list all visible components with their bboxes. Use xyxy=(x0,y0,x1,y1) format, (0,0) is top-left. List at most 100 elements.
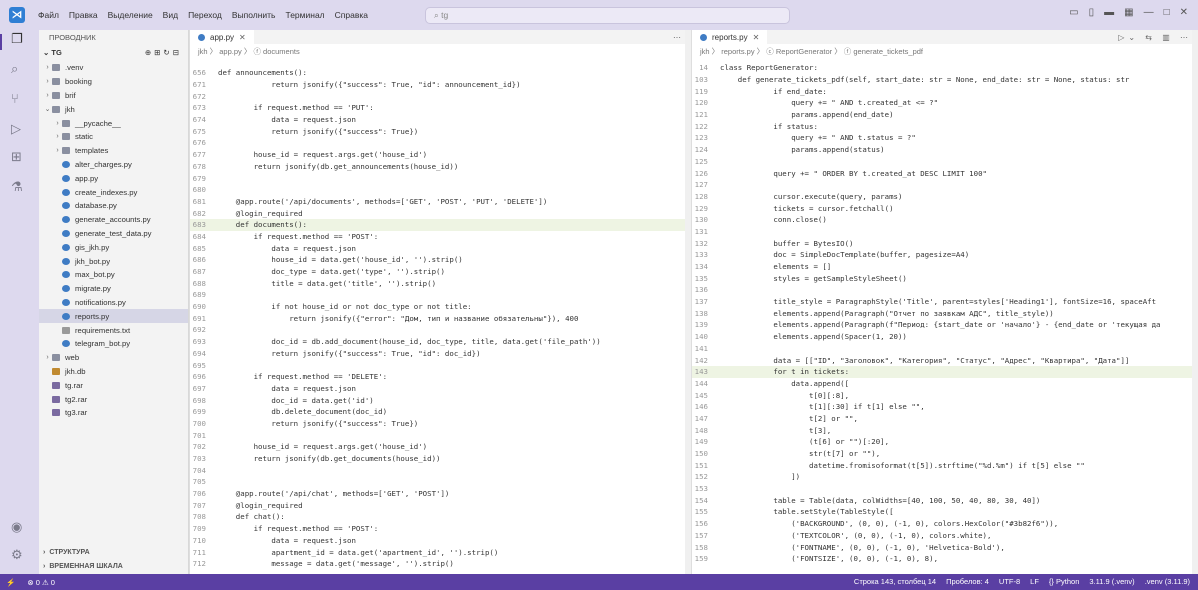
code-line[interactable]: 671 return jsonify({"success": True, "id… xyxy=(190,79,691,91)
code-line[interactable]: 125 xyxy=(692,156,1198,168)
code-line[interactable]: 119 if end_date: xyxy=(692,85,1198,97)
code-area[interactable]: 14 class ReportGenerator: 103 def generate… xyxy=(692,62,1198,565)
code-line[interactable]: 672 xyxy=(190,90,691,102)
code-line[interactable]: 709 if request.method == 'POST': xyxy=(190,523,691,535)
code-line[interactable]: 673 if request.method == 'PUT': xyxy=(190,102,691,114)
remote-icon[interactable]: ⚡ xyxy=(0,578,21,587)
code-line[interactable]: 103 def generate_tickets_pdf(self, start… xyxy=(692,74,1198,86)
code-line[interactable]: 684 if request.method == 'POST': xyxy=(190,231,691,243)
menu-item[interactable]: Файл xyxy=(33,10,64,20)
menu-item[interactable]: Выделение xyxy=(103,10,158,20)
tab-reports-py[interactable]: reports.py ✕ xyxy=(692,30,768,44)
tree-item[interactable]: app.py xyxy=(39,171,188,185)
code-line[interactable]: 159 ('FONTSIZE', (0, 0), (-1, 0), 8), xyxy=(692,553,1198,565)
status-item[interactable]: Строка 143, столбец 14 xyxy=(854,577,936,586)
code-line[interactable]: 157 ('TEXTCOLOR', (0, 0), (-1, 0), color… xyxy=(692,530,1198,542)
code-line[interactable]: 699 db.delete_document(doc_id) xyxy=(190,406,691,418)
code-line[interactable]: 124 params.append(status) xyxy=(692,144,1198,156)
code-line[interactable]: 689 xyxy=(190,289,691,301)
workspace-root[interactable]: ⌄ TG ⊕⊞↻⊟ xyxy=(39,44,188,58)
close-tab-icon[interactable]: ✕ xyxy=(239,33,246,42)
source-control-icon[interactable]: ⑂ xyxy=(11,92,19,107)
code-line[interactable]: 126 query += " ORDER BY t.created_at DES… xyxy=(692,167,1198,179)
code-line[interactable]: 711 apartment_id = data.get('apartment_i… xyxy=(190,546,691,558)
breadcrumb[interactable]: jkh 〉 reports.py 〉 ⓒ ReportGenerator 〉 ⓕ… xyxy=(692,44,1198,56)
code-line[interactable]: 137 title_style = ParagraphStyle('Title'… xyxy=(692,296,1198,308)
code-line[interactable]: 134 elements = [] xyxy=(692,261,1198,273)
tree-item[interactable]: › .venv xyxy=(39,61,188,75)
tree-item[interactable]: › __pycache__ xyxy=(39,116,188,130)
tab-app-py[interactable]: app.py ✕ xyxy=(190,30,254,44)
tree-item[interactable]: alter_charges.py xyxy=(39,158,188,172)
code-line[interactable]: 14 class ReportGenerator: xyxy=(692,62,1198,74)
search-input[interactable]: ⌕ tg xyxy=(425,7,790,24)
tree-item[interactable]: › templates xyxy=(39,144,188,158)
tree-item[interactable]: telegram_bot.py xyxy=(39,337,188,351)
code-line[interactable]: 678 return jsonify(db.get_announcements(… xyxy=(190,161,691,173)
code-line[interactable]: 688 title = data.get('title', '').strip(… xyxy=(190,277,691,289)
code-line[interactable]: 698 doc_id = data.get('id') xyxy=(190,394,691,406)
code-line[interactable]: 712 message = data.get('message', '').st… xyxy=(190,558,691,570)
breadcrumb[interactable]: jkh 〉 app.py 〉 ⓕ documents xyxy=(190,44,691,56)
code-line[interactable]: 679 xyxy=(190,172,691,184)
code-line[interactable]: 138 elements.append(Paragraph("Отчет по … xyxy=(692,307,1198,319)
status-item[interactable]: {} Python xyxy=(1049,577,1079,586)
code-line[interactable]: 708 def chat(): xyxy=(190,511,691,523)
code-line[interactable]: 141 xyxy=(692,343,1198,355)
code-line[interactable]: 692 xyxy=(190,324,691,336)
code-line[interactable]: 129 tickets = cursor.fetchall() xyxy=(692,202,1198,214)
code-line[interactable]: 146 t[1][:30] if t[1] else "", xyxy=(692,401,1198,413)
menu-item[interactable]: Терминал xyxy=(280,10,329,20)
editor-actions[interactable]: ⋯ xyxy=(673,33,685,42)
code-area[interactable]: 656 def announcements(): 671 return jsonif… xyxy=(190,67,691,570)
menu-item[interactable]: Справка xyxy=(330,10,373,20)
explorer-icon[interactable]: ❐ xyxy=(11,32,23,47)
code-line[interactable]: 150 str(t[7] or ""), xyxy=(692,448,1198,460)
search-icon[interactable]: ⌕ xyxy=(11,62,18,77)
code-line[interactable]: 677 house_id = request.args.get('house_i… xyxy=(190,149,691,161)
layout-grid-icon[interactable]: ▦ xyxy=(1124,7,1133,18)
code-line[interactable]: 133 doc = SimpleDocTemplate(buffer, page… xyxy=(692,249,1198,261)
code-line[interactable]: 121 params.append(end_date) xyxy=(692,109,1198,121)
code-line[interactable]: 158 ('FONTNAME', (0, 0), (-1, 0), 'Helve… xyxy=(692,541,1198,553)
run-debug-icon[interactable]: ▷ xyxy=(11,122,21,137)
tree-item[interactable]: reports.py xyxy=(39,309,188,324)
tree-item[interactable]: generate_test_data.py xyxy=(39,227,188,241)
code-line[interactable]: 700 return jsonify({"success": True}) xyxy=(190,418,691,430)
tree-item[interactable]: ⌄ jkh xyxy=(39,102,188,116)
code-line[interactable]: 694 return jsonify({"success": True, "id… xyxy=(190,348,691,360)
code-line[interactable]: 156 ('BACKGROUND', (0, 0), (-1, 0), colo… xyxy=(692,518,1198,530)
menu-item[interactable]: Правка xyxy=(64,10,103,20)
code-line[interactable]: 704 xyxy=(190,464,691,476)
status-item[interactable]: LF xyxy=(1030,577,1039,586)
tree-item[interactable]: › booking xyxy=(39,75,188,89)
code-line[interactable]: 703 return jsonify(db.get_documents(hous… xyxy=(190,453,691,465)
code-line[interactable]: 696 if request.method == 'DELETE': xyxy=(190,371,691,383)
scrollbar[interactable] xyxy=(1192,30,1198,574)
code-line[interactable]: 701 xyxy=(190,429,691,441)
menu-item[interactable]: Выполнить xyxy=(227,10,281,20)
code-line[interactable]: 656 def announcements(): xyxy=(190,67,691,79)
tree-item[interactable]: create_indexes.py xyxy=(39,185,188,199)
code-line[interactable]: 136 xyxy=(692,284,1198,296)
menu-item[interactable]: Переход xyxy=(183,10,227,20)
code-line[interactable]: 683 def documents(): xyxy=(190,218,691,231)
code-line[interactable]: 131 xyxy=(692,226,1198,238)
tree-item[interactable]: database.py xyxy=(39,199,188,213)
layout-sidebar-icon[interactable]: ▯ xyxy=(1089,7,1095,18)
problems-indicator[interactable]: ⊗ 0 ⚠ 0 xyxy=(21,578,61,587)
layout-icon[interactable]: ▭ xyxy=(1069,7,1078,18)
code-line[interactable]: 152 ]) xyxy=(692,471,1198,483)
maximize-button[interactable]: □ xyxy=(1164,7,1170,18)
code-line[interactable]: 143 for t in tickets: xyxy=(692,365,1198,378)
status-item[interactable]: UTF-8 xyxy=(999,577,1020,586)
code-line[interactable]: 153 xyxy=(692,483,1198,495)
code-line[interactable]: 690 if not house_id or not doc_type or n… xyxy=(190,301,691,313)
code-line[interactable]: 135 styles = getSampleStyleSheet() xyxy=(692,272,1198,284)
tree-item[interactable]: › web xyxy=(39,351,188,365)
code-line[interactable]: 707 @login_required xyxy=(190,499,691,511)
code-line[interactable]: 702 house_id = request.args.get('house_i… xyxy=(190,441,691,453)
tree-item[interactable]: tg2.rar xyxy=(39,392,188,406)
code-line[interactable]: 675 return jsonify({"success": True}) xyxy=(190,125,691,137)
tree-item[interactable]: jkh_bot.py xyxy=(39,254,188,268)
